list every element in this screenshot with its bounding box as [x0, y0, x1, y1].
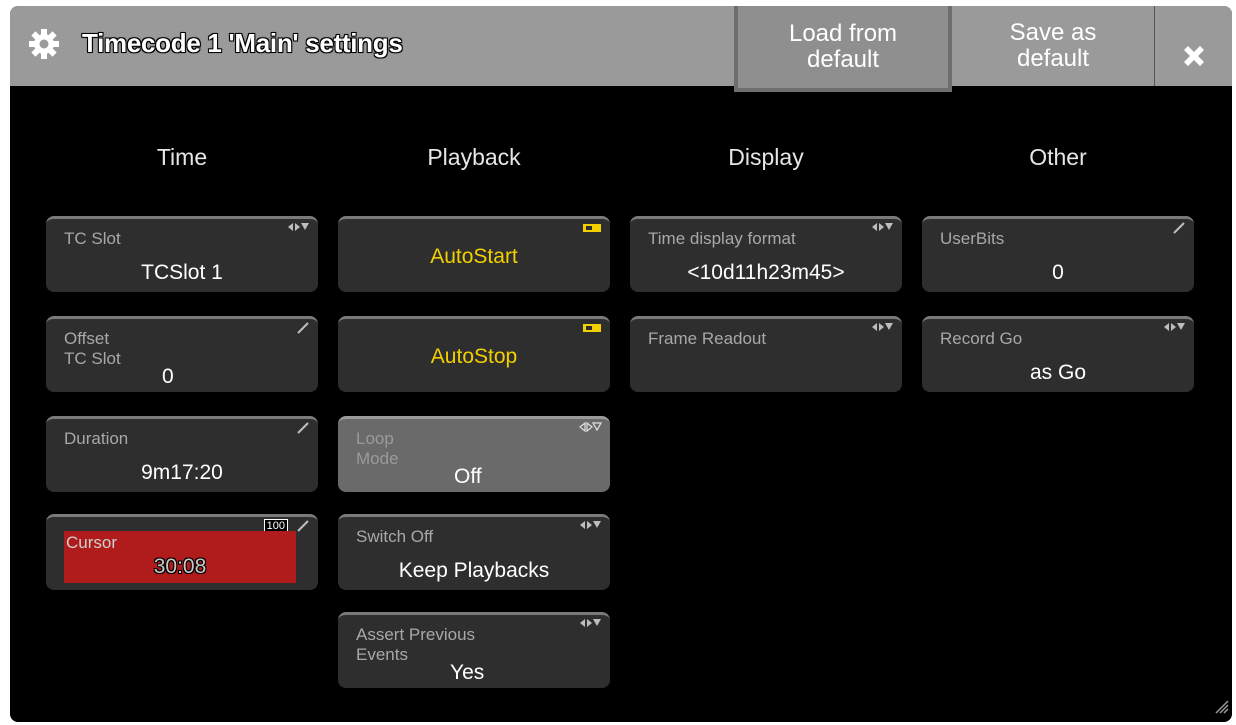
- select-arrows-icon: [1162, 322, 1186, 332]
- select-arrows-icon: [578, 422, 602, 432]
- toggle-indicator-icon: [582, 322, 602, 334]
- gear-icon[interactable]: [26, 26, 62, 62]
- loop-mode-button[interactable]: Loop Mode Off: [338, 416, 610, 492]
- tc-slot-label: TC Slot: [64, 229, 121, 248]
- column-header-other: Other: [1029, 144, 1087, 170]
- tc-slot-button[interactable]: TC Slot TCSlot 1: [46, 216, 318, 292]
- switch-off-button[interactable]: Switch Off Keep Playbacks: [338, 514, 610, 590]
- loop-mode-value: Off: [454, 465, 482, 488]
- close-button[interactable]: [1154, 6, 1232, 86]
- edit-pencil-icon: [1172, 222, 1186, 234]
- edit-pencil-icon: [296, 520, 310, 532]
- resize-grip-icon[interactable]: [1210, 695, 1230, 720]
- close-icon: [1179, 15, 1209, 77]
- autostop-label: AutoStop: [430, 345, 518, 368]
- assert-previous-events-button[interactable]: Assert Previous Events Yes: [338, 612, 610, 688]
- cursor-value: 30:08: [153, 555, 207, 578]
- time-display-format-button[interactable]: Time display format <10d11h23m45>: [630, 216, 902, 292]
- frame-readout-button[interactable]: Frame Readout: [630, 316, 902, 392]
- column-header-time: Time: [156, 144, 208, 170]
- duration-label: Duration: [64, 429, 129, 448]
- cursor-label: Cursor: [66, 533, 118, 552]
- select-arrows-icon: [870, 222, 894, 232]
- autostart-button[interactable]: AutoStart: [338, 216, 610, 292]
- record-go-button[interactable]: Record Go as Go: [922, 316, 1194, 392]
- select-arrows-icon: [870, 322, 894, 332]
- column-header-playback: Playback: [427, 144, 521, 170]
- offset-tc-slot-button[interactable]: Offset TC Slot 0: [46, 316, 318, 392]
- autostop-button[interactable]: AutoStop: [338, 316, 610, 392]
- select-arrows-icon: [286, 222, 310, 232]
- time-display-format-label: Time display format: [648, 229, 796, 248]
- assert-previous-events-label: Assert Previous Events: [356, 625, 476, 664]
- userbits-value: 0: [1052, 261, 1064, 284]
- tc-slot-value: TCSlot 1: [141, 261, 223, 284]
- assert-previous-events-value: Yes: [450, 661, 485, 684]
- record-go-label: Record Go: [940, 329, 1023, 348]
- load-from-default-button[interactable]: Load from default: [734, 6, 952, 92]
- duration-button[interactable]: Duration 9m17:20: [46, 416, 318, 492]
- load-from-default-label: Load from default: [788, 20, 898, 73]
- edit-pencil-icon: [296, 422, 310, 434]
- window-title: Timecode 1 'Main' settings: [82, 28, 403, 58]
- save-as-default-label: Save as default: [1009, 19, 1097, 72]
- column-header-display: Display: [728, 144, 804, 170]
- userbits-button[interactable]: UserBits 0: [922, 216, 1194, 292]
- timecode-settings-window: Timecode 1 'Main' settings Load from def…: [10, 6, 1232, 722]
- offset-tc-slot-label: Offset TC Slot: [64, 329, 121, 368]
- switch-off-label: Switch Off: [356, 527, 434, 546]
- duration-value: 9m17:20: [141, 461, 223, 484]
- select-arrows-icon: [578, 618, 602, 628]
- select-arrows-icon: [578, 520, 602, 530]
- save-as-default-button[interactable]: Save as default: [954, 6, 1152, 86]
- edit-pencil-icon: [296, 322, 310, 334]
- toggle-indicator-icon: [582, 222, 602, 234]
- offset-tc-slot-value: 0: [162, 365, 174, 388]
- userbits-label: UserBits: [940, 229, 1005, 248]
- frame-readout-label: Frame Readout: [648, 329, 767, 348]
- record-go-value: as Go: [1029, 361, 1087, 384]
- loop-mode-label: Loop Mode: [356, 429, 399, 468]
- autostart-label: AutoStart: [430, 245, 518, 268]
- time-display-format-value: <10d11h23m45>: [687, 261, 845, 284]
- title-bar: Timecode 1 'Main' settings Load from def…: [10, 6, 1232, 92]
- switch-off-value: Keep Playbacks: [398, 559, 550, 582]
- cursor-button[interactable]: 100 Cursor 30:08: [46, 514, 318, 590]
- cursor-value-field: Cursor 30:08: [64, 531, 296, 583]
